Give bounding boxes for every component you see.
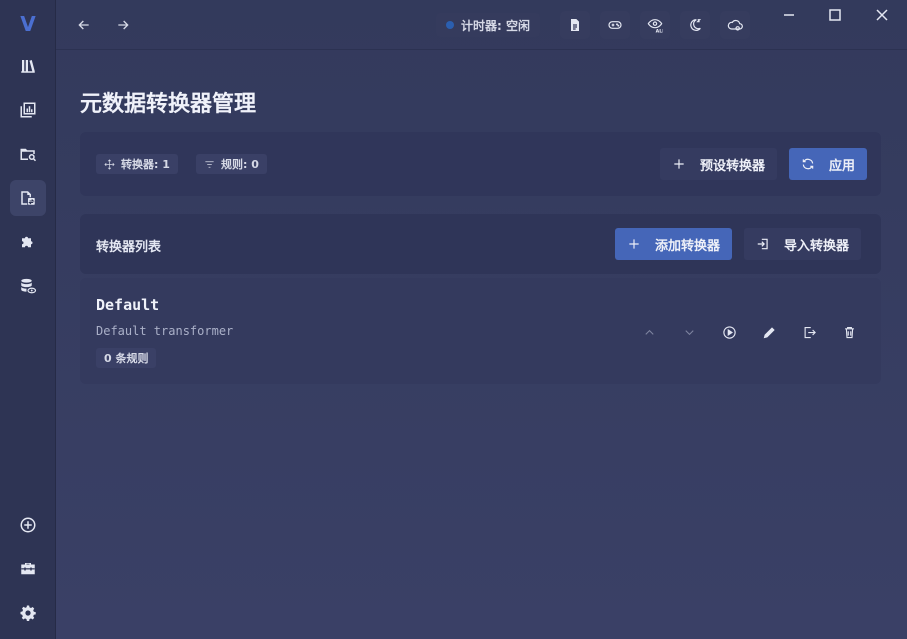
stats-panel: 转换器: 1 规则: 0 预设转换器 应用 xyxy=(80,132,881,196)
transformer-item: Default Default transformer 0 条规则 xyxy=(80,278,881,384)
stats-icon[interactable] xyxy=(10,92,46,128)
svg-text:ALL: ALL xyxy=(656,28,663,33)
plus-circle-icon[interactable] xyxy=(10,507,46,543)
preset-transformer-label: 预设转换器 xyxy=(700,158,766,174)
timer-dot-icon xyxy=(446,21,454,29)
transformer-description: Default transformer xyxy=(96,324,234,338)
toolbox-icon[interactable] xyxy=(10,551,46,587)
cloud-settings-icon[interactable] xyxy=(720,11,750,39)
preset-transformer-button[interactable]: 预设转换器 xyxy=(660,148,778,180)
app-window: V 计时器: 空闲 AL 元数据转换器管理 转换器: 1 规则: 0 预设转换器… xyxy=(0,0,907,639)
transformer-list-title: 转换器列表 xyxy=(96,240,162,255)
apply-label: 应用 xyxy=(829,158,856,174)
rules-count-label: 规则: 0 xyxy=(221,158,259,171)
timer-status[interactable]: 计时器: 空闲 xyxy=(436,13,540,37)
import-transformer-button[interactable]: 导入转换器 xyxy=(744,228,862,260)
delete-trash-icon[interactable] xyxy=(837,320,861,344)
rules-count-badge: 规则: 0 xyxy=(196,154,267,174)
sidebar: V xyxy=(0,0,56,639)
folder-search-icon[interactable] xyxy=(10,136,46,172)
document-icon[interactable] xyxy=(560,11,590,39)
forward-arrow-icon[interactable] xyxy=(107,9,139,41)
plus-icon xyxy=(674,159,684,169)
import-icon xyxy=(757,238,768,250)
move-down-icon[interactable] xyxy=(677,320,701,344)
maximize-icon[interactable] xyxy=(820,4,850,26)
gamepad-icon[interactable] xyxy=(600,11,630,39)
transformer-list-header: 转换器列表 添加转换器 导入转换器 xyxy=(80,214,881,274)
minimize-icon[interactable] xyxy=(774,4,804,26)
page-title: 元数据转换器管理 xyxy=(80,92,257,117)
edit-pencil-icon[interactable] xyxy=(757,320,781,344)
move-arrows-icon xyxy=(104,158,115,170)
transformer-rules-badge: 0 条规则 xyxy=(96,348,157,368)
move-up-icon[interactable] xyxy=(637,320,661,344)
apply-button[interactable]: 应用 xyxy=(789,148,867,180)
transformer-name: Default xyxy=(96,296,160,314)
top-bar: 计时器: 空闲 ALL xyxy=(56,0,907,50)
add-transformer-label: 添加转换器 xyxy=(655,238,721,254)
app-logo: V xyxy=(20,12,36,36)
back-arrow-icon[interactable] xyxy=(68,9,100,41)
eye-all-icon[interactable]: ALL xyxy=(640,11,670,39)
transformers-count-label: 转换器: 1 xyxy=(121,158,170,171)
transformers-count-badge: 转换器: 1 xyxy=(96,154,178,174)
import-transformer-label: 导入转换器 xyxy=(784,238,850,254)
transformer-rules-label: 0 条规则 xyxy=(104,352,149,365)
library-icon[interactable] xyxy=(10,48,46,84)
add-transformer-button[interactable]: 添加转换器 xyxy=(615,228,733,260)
plus-icon xyxy=(629,239,639,249)
puzzle-icon[interactable] xyxy=(10,224,46,260)
close-icon[interactable] xyxy=(867,4,897,26)
timer-label: 计时器: 空闲 xyxy=(461,18,530,33)
gear-icon[interactable] xyxy=(10,595,46,631)
run-icon[interactable] xyxy=(717,320,741,344)
moon-sleep-icon[interactable] xyxy=(680,11,710,39)
file-transform-icon[interactable] xyxy=(10,180,46,216)
refresh-icon xyxy=(802,158,814,170)
database-eye-icon[interactable] xyxy=(10,268,46,304)
export-icon[interactable] xyxy=(797,320,821,344)
filter-icon xyxy=(205,160,214,168)
